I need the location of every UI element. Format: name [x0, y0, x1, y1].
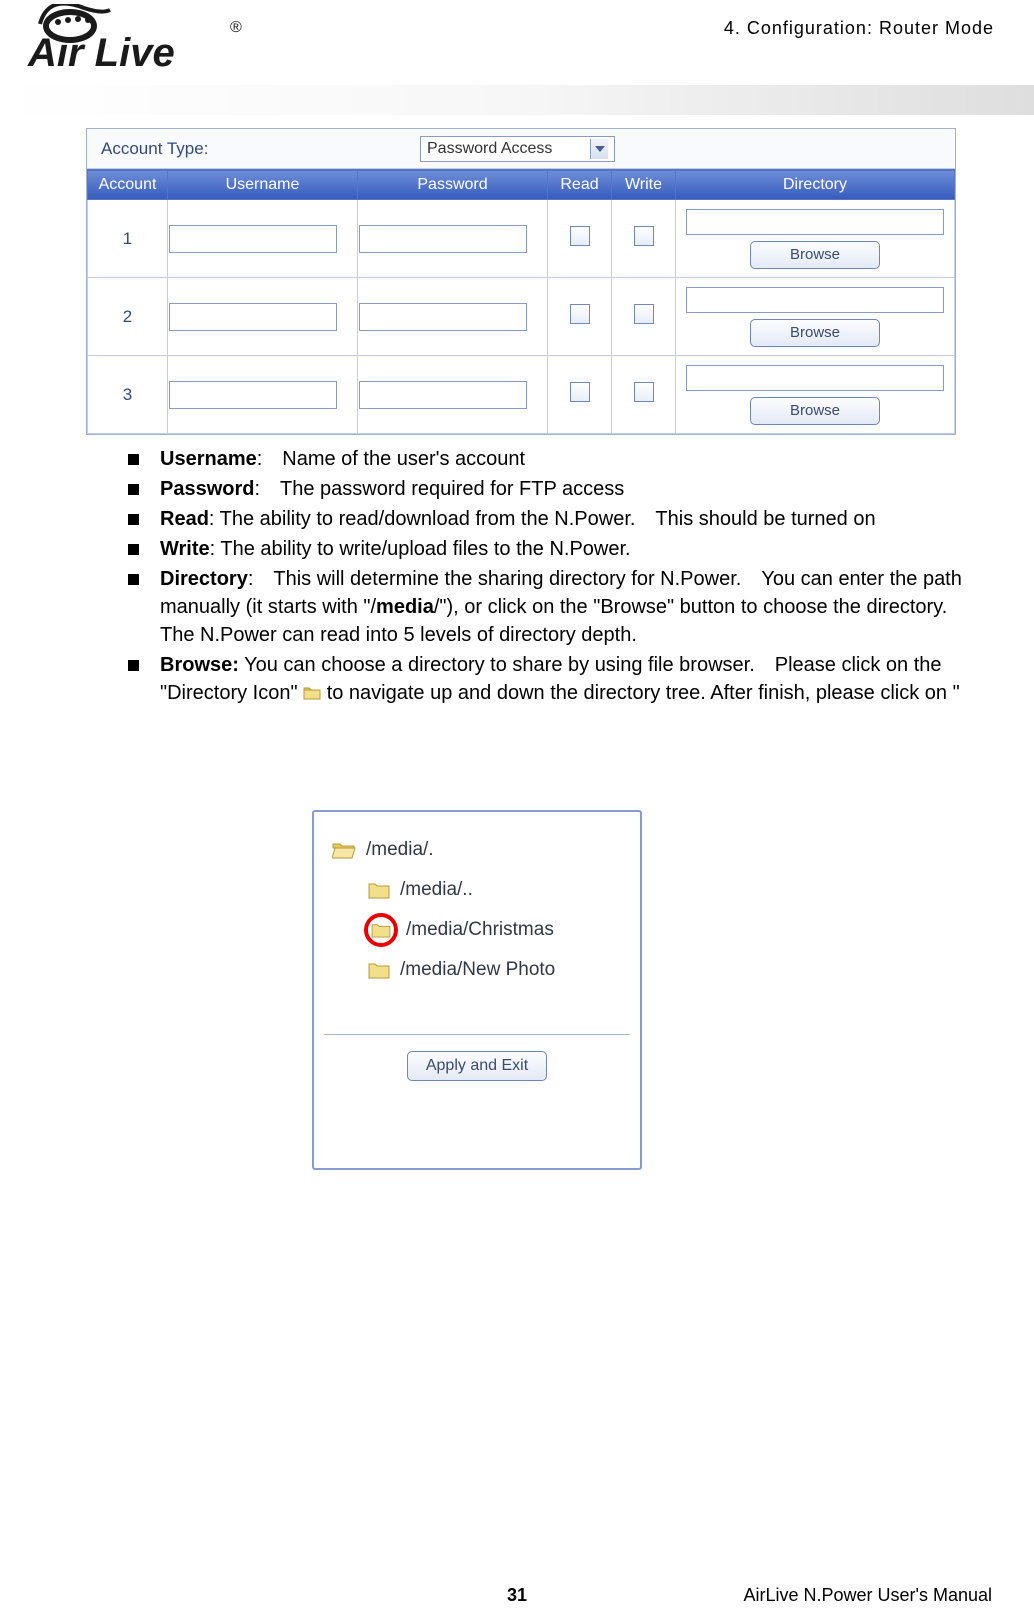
bullet-text: : The password required for FTP access [254, 478, 624, 500]
bullet-label: Username [160, 448, 257, 470]
svg-text:Air Live: Air Live [27, 31, 175, 75]
cell-directory: Browse [676, 356, 955, 434]
header-band [0, 85, 1034, 115]
svg-text:®: ® [230, 19, 242, 36]
directory-input[interactable] [686, 287, 944, 313]
chapter-title: 4. Configuration: Router Mode [724, 18, 994, 39]
browser-row[interactable]: /media/. [332, 830, 628, 870]
browser-row[interactable]: /media/New Photo [332, 950, 628, 990]
footer-manual-title: AirLive N.Power User's Manual [743, 1585, 992, 1606]
account-type-row: Account Type: Password Access [87, 129, 955, 169]
password-input[interactable] [359, 303, 527, 331]
cell-password [358, 278, 548, 356]
bullet-password: Password: The password required for FTP … [116, 475, 992, 503]
cell-username [168, 278, 358, 356]
browse-button[interactable]: Browse [750, 241, 880, 269]
folder-icon [368, 881, 390, 899]
cell-password [358, 200, 548, 278]
bullet-label: Read [160, 508, 209, 530]
username-input[interactable] [169, 303, 337, 331]
col-write: Write [612, 170, 676, 200]
bullet-read: Read: The ability to read/download from … [116, 505, 992, 533]
col-password: Password [358, 170, 548, 200]
cell-account: 2 [88, 278, 168, 356]
username-input[interactable] [169, 225, 337, 253]
page-number: 31 [507, 1585, 527, 1606]
airlive-logo: Air Live ® [20, 4, 250, 79]
read-checkbox[interactable] [570, 226, 590, 246]
cell-read [548, 200, 612, 278]
bullet-username: Username: Name of the user's account [116, 445, 992, 473]
bullet-write: Write: The ability to write/upload files… [116, 535, 992, 563]
browse-button[interactable]: Browse [750, 319, 880, 347]
cell-write [612, 278, 676, 356]
browse-button[interactable]: Browse [750, 397, 880, 425]
table-row: 1 Browse [88, 200, 955, 278]
bullet-label: Directory [160, 568, 248, 590]
directory-input[interactable] [686, 209, 944, 235]
write-checkbox[interactable] [634, 304, 654, 324]
bullet-text: to navigate up and down the directory tr… [327, 682, 960, 704]
col-username: Username [168, 170, 358, 200]
cell-directory: Browse [676, 278, 955, 356]
bullet-text: : Name of the user's account [257, 448, 525, 470]
table-row: 2 Browse [88, 278, 955, 356]
cell-username [168, 200, 358, 278]
cell-account: 3 [88, 356, 168, 434]
bullet-label: Write [160, 538, 210, 560]
account-type-label: Account Type: [101, 139, 208, 159]
cell-password [358, 356, 548, 434]
cell-directory: Browse [676, 200, 955, 278]
cell-write [612, 200, 676, 278]
cell-account: 1 [88, 200, 168, 278]
bullet-text: : The ability to write/upload files to t… [210, 538, 631, 560]
folder-icon [371, 922, 391, 938]
password-input[interactable] [359, 225, 527, 253]
col-directory: Directory [676, 170, 955, 200]
table-row: 3 Browse [88, 356, 955, 434]
write-checkbox[interactable] [634, 226, 654, 246]
directory-browser: /media/. /media/.. /media/Christmas [312, 810, 642, 1170]
read-checkbox[interactable] [570, 304, 590, 324]
browser-path: /media/New Photo [400, 959, 555, 981]
cell-username [168, 356, 358, 434]
account-type-select[interactable]: Password Access [420, 136, 615, 162]
folder-icon [303, 685, 321, 700]
highlight-circle [364, 913, 398, 947]
open-folder-icon [332, 840, 356, 860]
cell-read [548, 278, 612, 356]
write-checkbox[interactable] [634, 382, 654, 402]
account-type-panel: Account Type: Password Access Account Us… [86, 128, 956, 435]
read-checkbox[interactable] [570, 382, 590, 402]
bullet-browse: Browse: You can choose a directory to sh… [116, 651, 992, 707]
accounts-table: Account Username Password Read Write Dir… [87, 169, 955, 434]
apply-and-exit-button[interactable]: Apply and Exit [407, 1051, 547, 1081]
directory-input[interactable] [686, 365, 944, 391]
browser-path: /media/Christmas [406, 919, 554, 941]
browser-row[interactable]: /media/.. [332, 870, 628, 910]
col-read: Read [548, 170, 612, 200]
username-input[interactable] [169, 381, 337, 409]
bullet-label: Password [160, 478, 254, 500]
bullet-text: : The ability to read/download from the … [209, 508, 876, 530]
account-type-value: Password Access [427, 140, 552, 158]
browser-row[interactable]: /media/Christmas [332, 910, 628, 950]
password-input[interactable] [359, 381, 527, 409]
cell-read [548, 356, 612, 434]
bullet-directory: Directory: This will determine the shari… [116, 565, 992, 649]
bullet-label: Browse: [160, 654, 239, 676]
divider [324, 1034, 630, 1035]
cell-write [612, 356, 676, 434]
chevron-down-icon [590, 139, 608, 159]
bullet-text: media [376, 596, 434, 618]
folder-icon [368, 961, 390, 979]
description-list: Username: Name of the user's account Pas… [116, 445, 992, 709]
col-account: Account [88, 170, 168, 200]
browser-path: /media/.. [400, 879, 473, 901]
browser-path: /media/. [366, 839, 434, 861]
